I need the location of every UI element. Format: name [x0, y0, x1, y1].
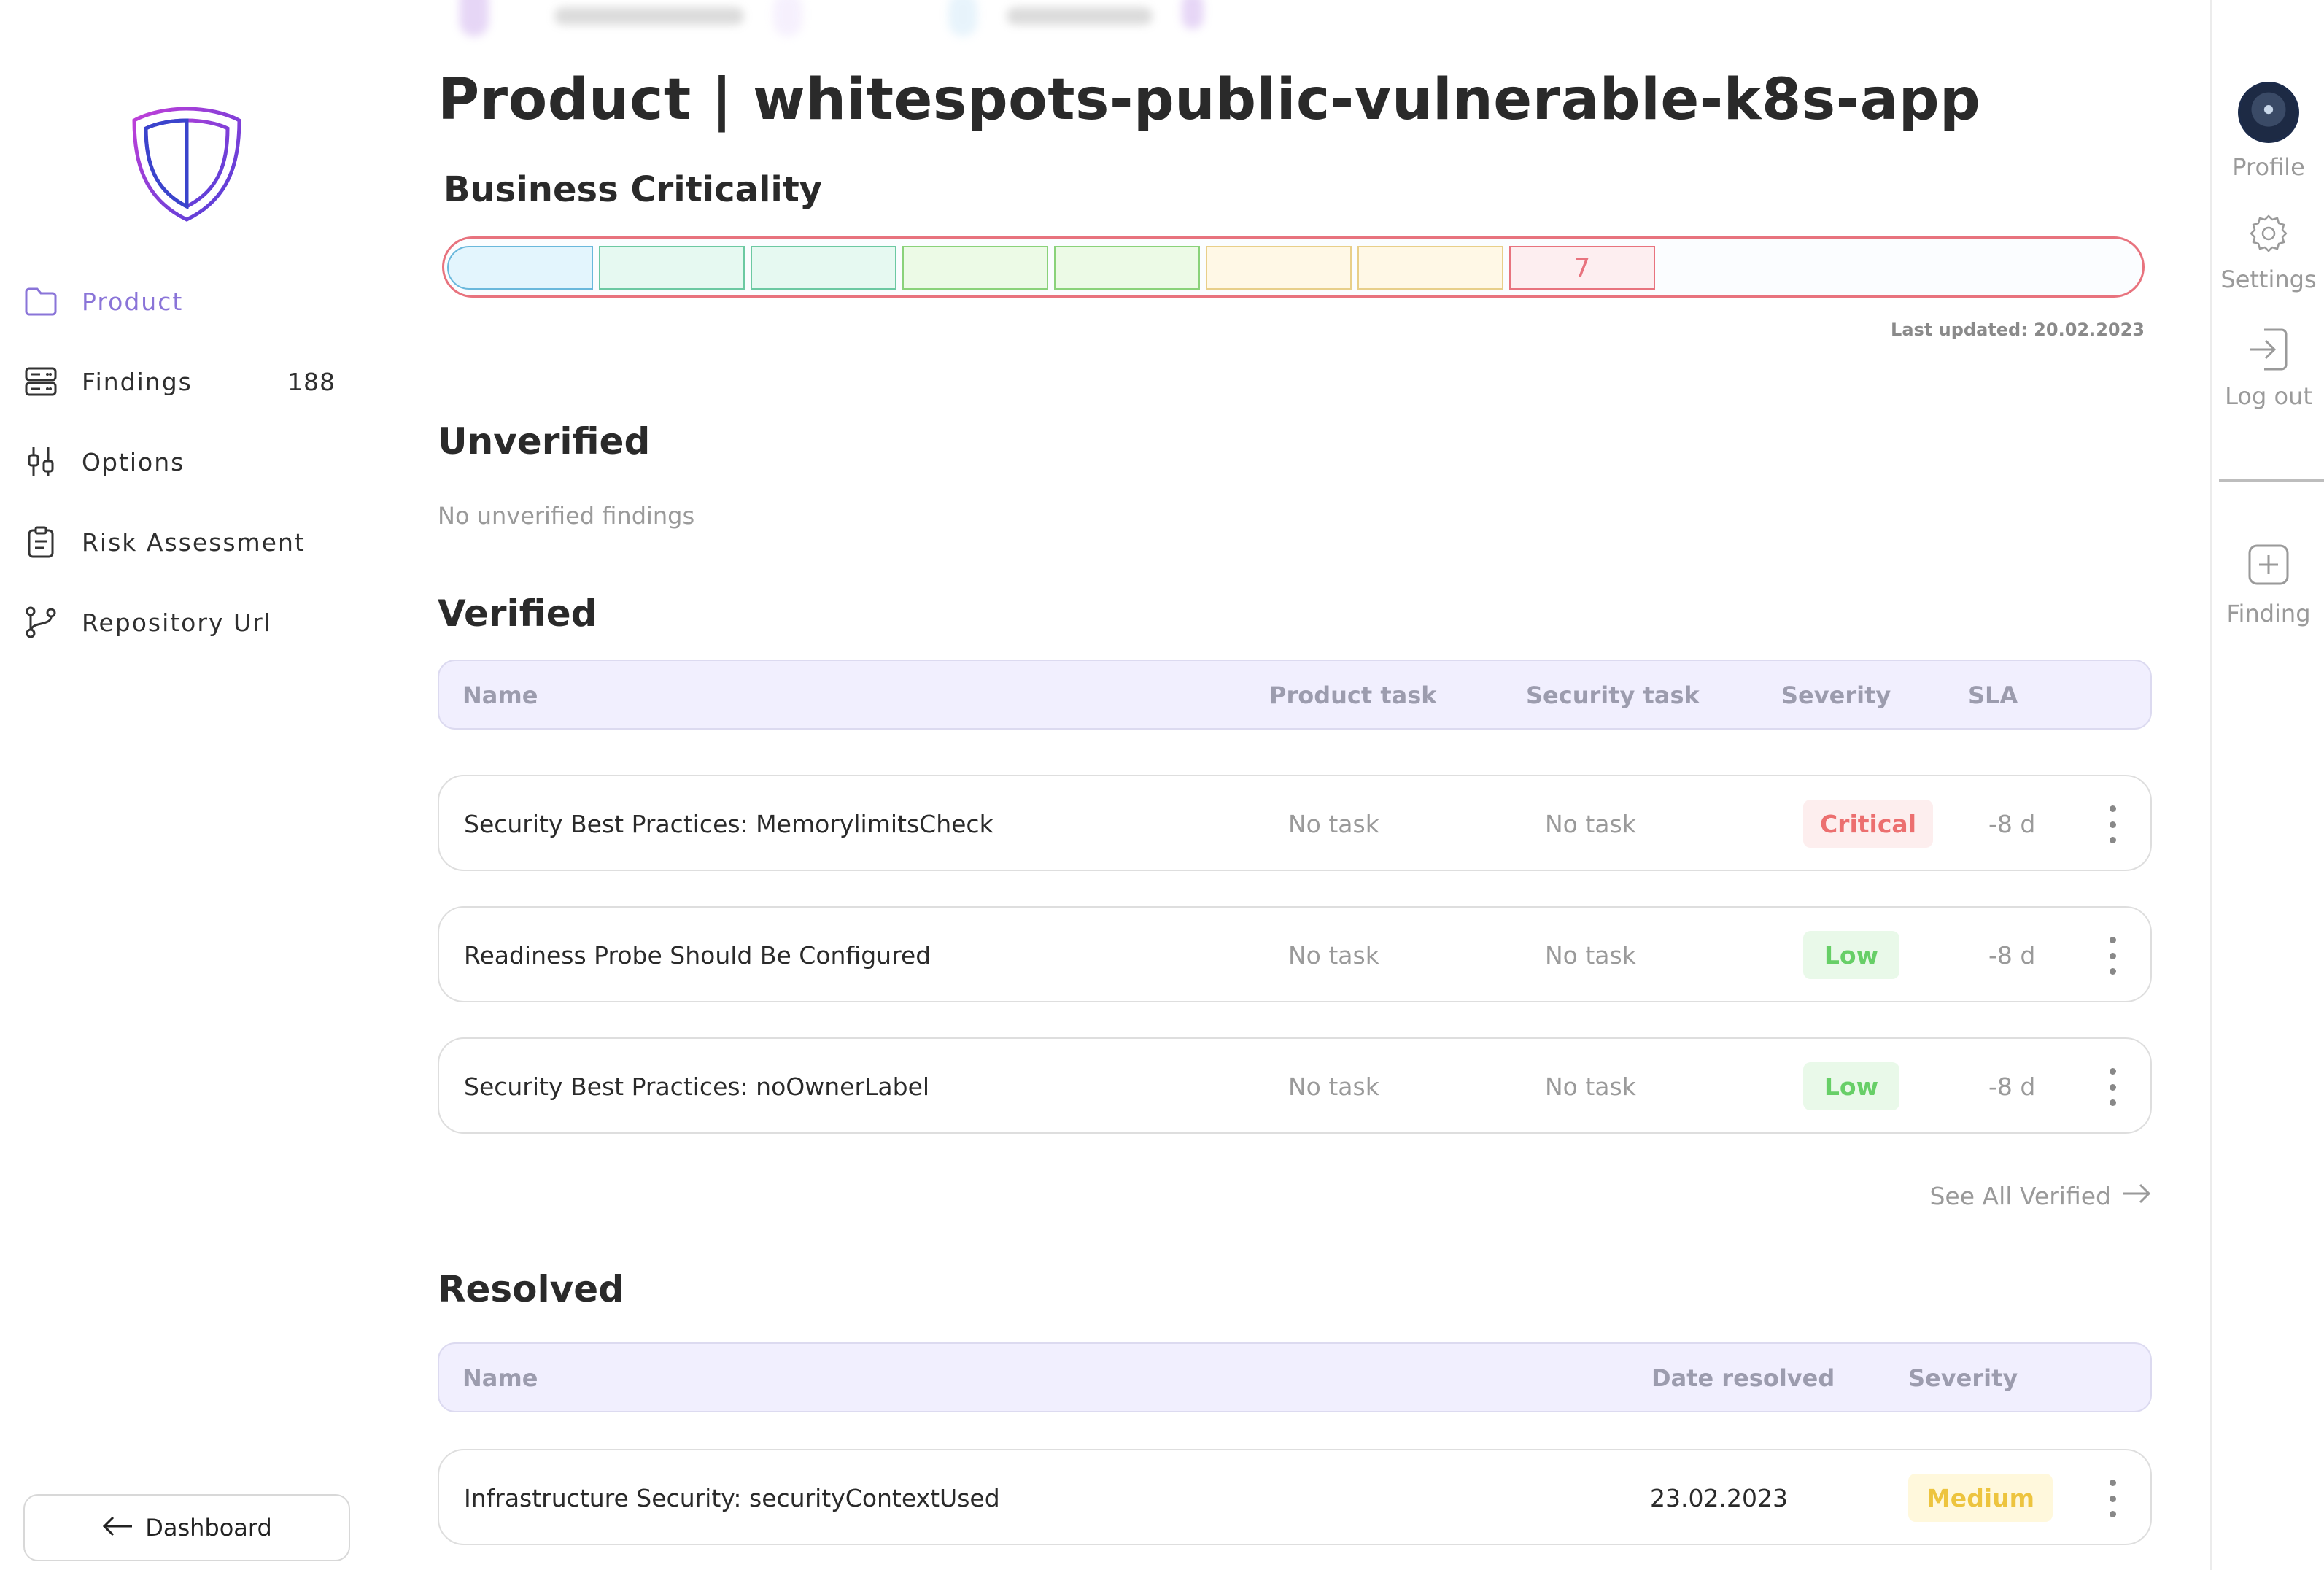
row-menu-icon[interactable] — [2105, 937, 2120, 975]
security-task-cell: No task — [1545, 810, 1636, 838]
date-resolved-cell: 23.02.2023 — [1650, 1484, 1788, 1512]
gear-icon — [2247, 212, 2290, 258]
right-rail: Profile Settings Log out Finding — [2210, 0, 2324, 1570]
sidebar-item-options[interactable]: Options — [22, 436, 343, 487]
finding-label: Finding — [2226, 600, 2311, 627]
column-header-security-task[interactable]: Security task — [1526, 681, 1700, 709]
finding-name[interactable]: Readiness Probe Should Be Configured — [464, 941, 931, 970]
unverified-empty-text: No unverified findings — [438, 502, 695, 530]
resolved-table-header: Name Date resolved Severity — [438, 1342, 2152, 1412]
arrow-right-icon — [2111, 1182, 2152, 1210]
row-menu-icon[interactable] — [2105, 1068, 2120, 1106]
column-header-product-task[interactable]: Product task — [1269, 681, 1437, 709]
arrow-left-icon — [101, 1515, 133, 1540]
column-header-name[interactable]: Name — [462, 1364, 538, 1392]
column-header-severity[interactable]: Severity — [1781, 681, 1891, 709]
criticality-segment — [599, 246, 745, 290]
row-menu-icon[interactable] — [2105, 805, 2120, 843]
logout-button[interactable]: Log out — [2212, 327, 2324, 410]
criticality-segment — [447, 246, 593, 290]
finding-name[interactable]: Security Best Practices: noOwnerLabel — [464, 1072, 929, 1101]
see-all-verified-label: See All Verified — [1929, 1182, 2111, 1210]
criticality-segment — [751, 246, 896, 290]
sidebar-item-risk-assessment[interactable]: Risk Assessment — [22, 517, 343, 568]
add-finding-button[interactable]: Finding — [2212, 543, 2324, 627]
findings-count: 188 — [287, 367, 336, 396]
sidebar-item-product[interactable]: Product — [22, 276, 343, 327]
sidebar-item-label: Product — [82, 287, 184, 316]
verified-table-row[interactable]: Security Best Practices: noOwnerLabel No… — [438, 1037, 2152, 1134]
sidebar-item-findings[interactable]: Findings 188 — [22, 356, 343, 407]
security-task-cell: No task — [1545, 1072, 1636, 1101]
resolved-title: Resolved — [438, 1268, 624, 1310]
profile-label: Profile — [2232, 153, 2305, 181]
column-header-severity[interactable]: Severity — [1908, 1364, 2018, 1392]
severity-badge-low: Low — [1803, 931, 1899, 979]
product-task-cell: No task — [1288, 1072, 1379, 1101]
product-task-cell: No task — [1288, 810, 1379, 838]
criticality-segment — [1357, 246, 1503, 290]
finding-name[interactable]: Security Best Practices: MemorylimitsChe… — [464, 810, 993, 838]
security-task-cell: No task — [1545, 941, 1636, 970]
git-branch-icon — [22, 603, 60, 641]
verified-table-header: Name Product task Security task Severity… — [438, 660, 2152, 730]
severity-badge-critical: Critical — [1803, 800, 1933, 848]
column-header-sla[interactable]: SLA — [1968, 681, 2018, 709]
criticality-segment — [902, 246, 1048, 290]
unverified-title: Unverified — [438, 420, 651, 463]
severity-badge-medium: Medium — [1908, 1474, 2053, 1522]
sla-cell: -8 d — [1988, 810, 2036, 838]
dashboard-button-label: Dashboard — [145, 1514, 272, 1542]
settings-label: Settings — [2220, 266, 2317, 293]
scrolled-content-remnant — [438, 0, 1313, 58]
dashboard-button[interactable]: Dashboard — [23, 1494, 350, 1561]
criticality-segment — [1054, 246, 1200, 290]
criticality-segment — [1206, 246, 1352, 290]
column-header-name[interactable]: Name — [462, 681, 538, 709]
main-content: Product | whitespots-public-vulnerable-k… — [438, 0, 2159, 1570]
logout-label: Log out — [2225, 382, 2312, 410]
page-title: Product | whitespots-public-vulnerable-k… — [438, 67, 1981, 133]
business-criticality-title: Business Criticality — [444, 169, 823, 210]
resolved-table-row[interactable]: Infrastructure Security: securityContext… — [438, 1449, 2152, 1545]
finding-name[interactable]: Infrastructure Security: securityContext… — [464, 1484, 1000, 1512]
clipboard-icon — [22, 523, 60, 561]
verified-title: Verified — [438, 592, 597, 635]
column-header-date-resolved[interactable]: Date resolved — [1651, 1364, 1835, 1392]
sidebar-item-label: Findings — [82, 367, 193, 396]
sidebar-item-label: Repository Url — [82, 608, 272, 637]
sidebar: Product Findings 188 Options Risk Assess… — [0, 0, 365, 1570]
plus-square-icon — [2247, 543, 2290, 589]
sla-cell: -8 d — [1988, 941, 2036, 970]
verified-table-row[interactable]: Readiness Probe Should Be Configured No … — [438, 906, 2152, 1002]
logout-icon — [2245, 327, 2292, 375]
settings-button[interactable]: Settings — [2212, 212, 2324, 293]
verified-table-row[interactable]: Security Best Practices: MemorylimitsChe… — [438, 775, 2152, 871]
sliders-icon — [22, 443, 60, 481]
sidebar-item-repository-url[interactable]: Repository Url — [22, 597, 343, 648]
rail-divider — [2219, 479, 2324, 482]
shield-logo-icon — [130, 104, 244, 224]
profile-button[interactable]: Profile — [2212, 82, 2324, 181]
criticality-value-segment: 7 — [1509, 246, 1655, 290]
sla-cell: -8 d — [1988, 1072, 2036, 1101]
business-criticality-bar: 7 — [442, 236, 2145, 298]
product-task-cell: No task — [1288, 941, 1379, 970]
row-menu-icon[interactable] — [2105, 1480, 2120, 1517]
server-stack-icon — [22, 363, 60, 401]
see-all-verified-link[interactable]: See All Verified — [1929, 1182, 2152, 1210]
severity-badge-low: Low — [1803, 1062, 1899, 1110]
sidebar-item-label: Options — [82, 447, 185, 476]
folder-icon — [22, 282, 60, 320]
last-updated-text: Last updated: 20.02.2023 — [1891, 320, 2145, 340]
avatar[interactable] — [2238, 82, 2299, 143]
sidebar-item-label: Risk Assessment — [82, 527, 306, 557]
